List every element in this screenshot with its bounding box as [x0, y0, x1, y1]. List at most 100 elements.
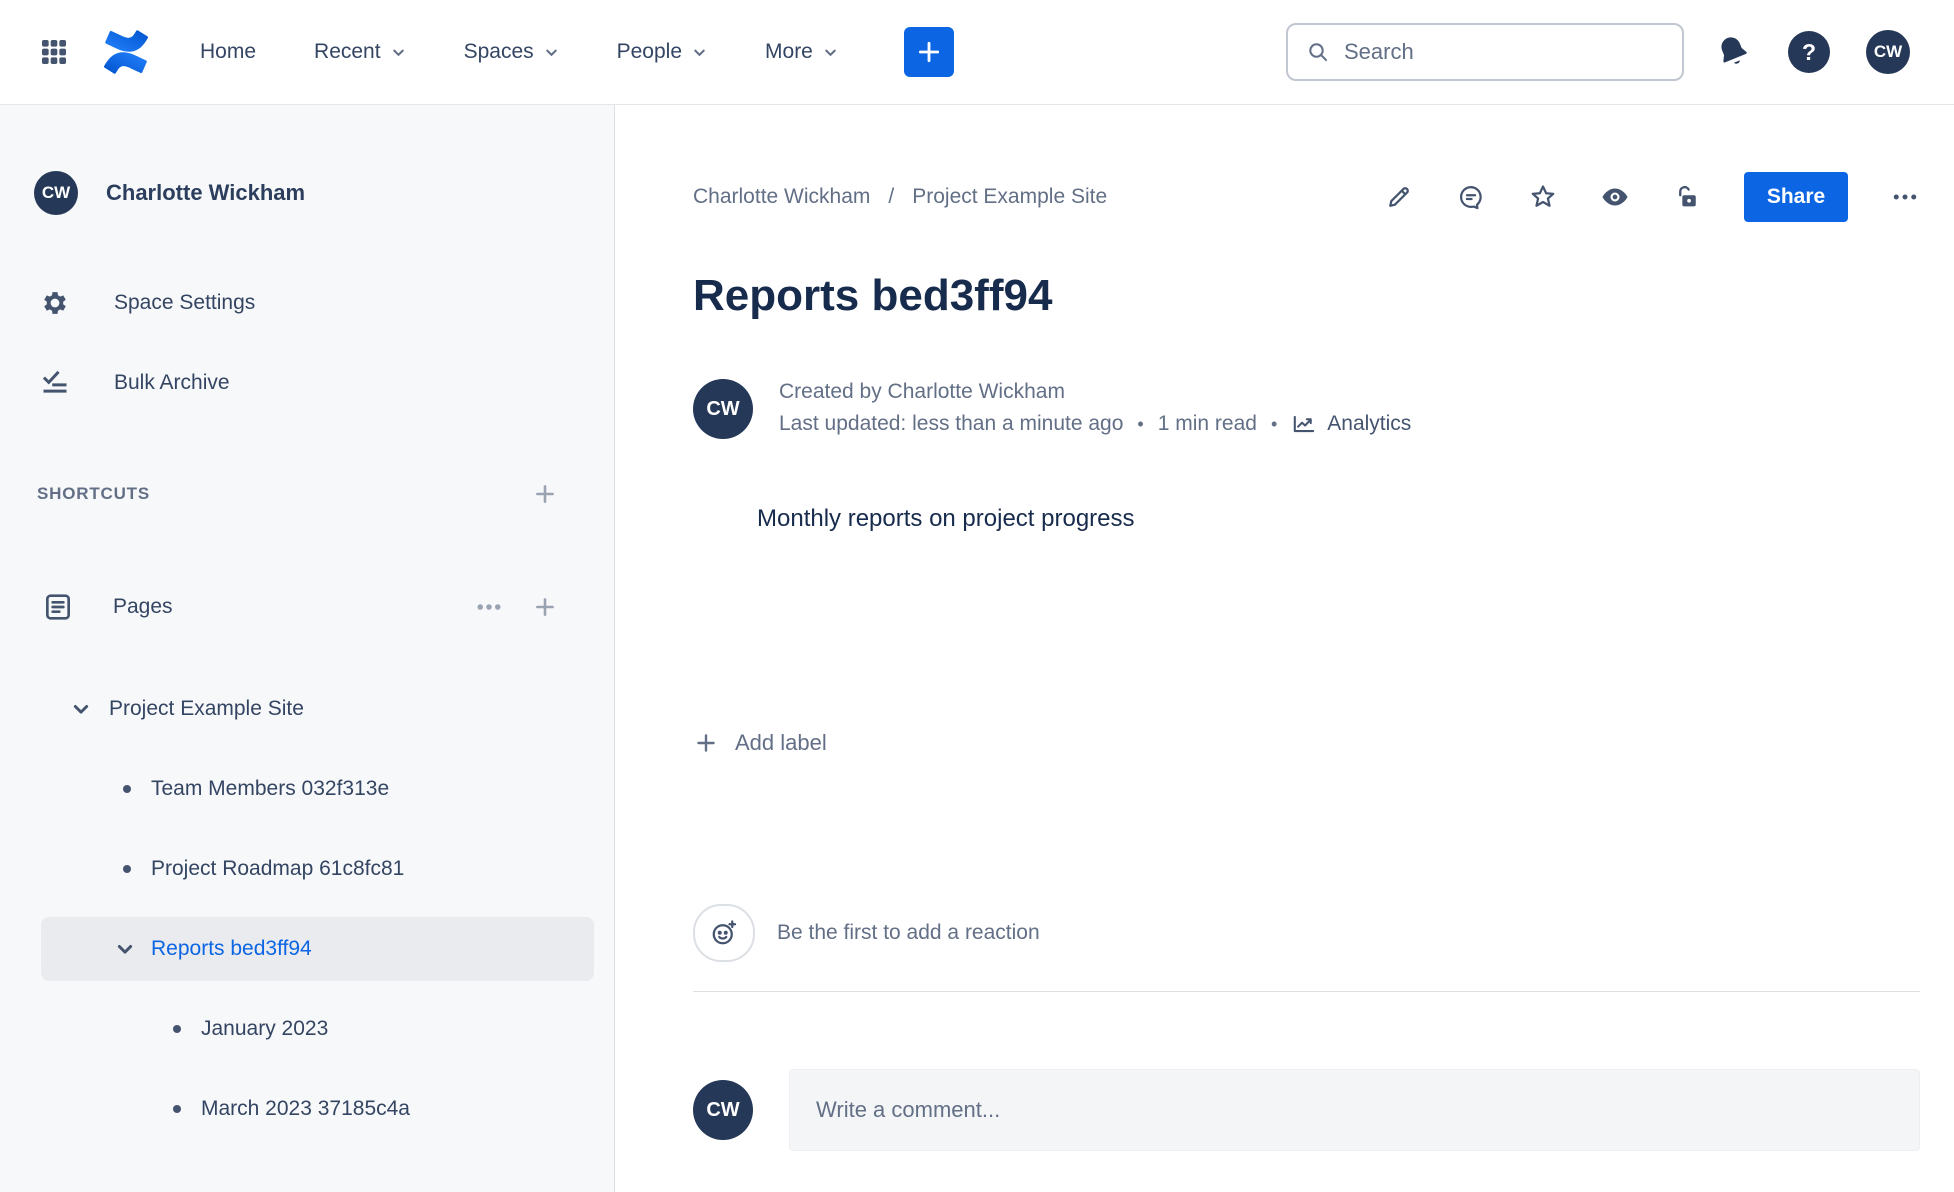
pages-section-header[interactable]: Pages: [0, 583, 614, 631]
byline-lines: Created by Charlotte Wickham Last update…: [779, 379, 1411, 437]
ellipsis-icon: [1893, 194, 1917, 200]
commenter-avatar: CW: [693, 1080, 753, 1140]
nav-recent[interactable]: Recent: [314, 40, 406, 64]
search-box[interactable]: [1286, 23, 1684, 81]
space-profile[interactable]: CW Charlotte Wickham: [34, 169, 582, 217]
created-by: Created by Charlotte Wickham: [779, 380, 1065, 403]
nav-recent-label: Recent: [314, 40, 381, 63]
breadcrumb: Charlotte Wickham / Project Example Site: [693, 185, 1107, 209]
unlock-icon: [1679, 185, 1696, 207]
tree-item-reports-selected[interactable]: Reports bed3ff94: [41, 917, 594, 981]
bullet-icon: [123, 865, 131, 873]
breadcrumb-space[interactable]: Project Example Site: [912, 185, 1107, 209]
nav-spaces-label: Spaces: [463, 40, 534, 63]
watch-button[interactable]: [1600, 182, 1630, 212]
chevron-down-icon: [73, 705, 89, 714]
byline: CW Created by Charlotte Wickham Last upd…: [693, 379, 1920, 439]
comments-button[interactable]: [1456, 182, 1486, 212]
last-updated: Last updated: less than a minute ago: [779, 412, 1124, 435]
pages-icon: [41, 591, 75, 623]
chevron-down-icon: [392, 49, 404, 56]
sidebar-item-label: Space Settings: [114, 291, 256, 314]
search-input[interactable]: [1344, 39, 1664, 65]
nav-more[interactable]: More: [765, 40, 838, 64]
page-actions: Share: [1384, 172, 1920, 222]
notifications-button[interactable]: [1714, 33, 1752, 71]
app-grid-icon: [38, 36, 70, 68]
add-label-text: Add label: [735, 730, 827, 755]
share-button[interactable]: Share: [1744, 172, 1848, 222]
comment-row: CW: [693, 1069, 1920, 1151]
topnav-right-group: ? CW: [1714, 30, 1910, 74]
tree-item-label: Reports bed3ff94: [151, 937, 312, 960]
question-mark-icon: ?: [1788, 31, 1830, 73]
gear-icon: [38, 288, 72, 318]
reaction-row: Be the first to add a reaction: [693, 904, 1920, 962]
smiley-plus-icon: [712, 920, 737, 945]
breadcrumb-space-owner[interactable]: Charlotte Wickham: [693, 185, 870, 209]
nav-spaces[interactable]: Spaces: [464, 40, 559, 64]
confluence-app: Home Recent Spaces People More Search ? …: [0, 0, 1954, 1192]
user-avatar[interactable]: CW: [1866, 30, 1910, 74]
tree-item-january-2023[interactable]: January 2023: [41, 1005, 594, 1053]
pencil-icon: [1389, 187, 1409, 207]
sidebar-item-space-settings[interactable]: Space Settings: [0, 279, 614, 327]
add-page-button[interactable]: [532, 594, 558, 620]
comment-input[interactable]: [789, 1069, 1920, 1151]
page-tree: Project Example Site Team Members 032f31…: [0, 685, 614, 1133]
reaction-prompt: Be the first to add a reaction: [777, 921, 1040, 944]
plus-icon: [918, 41, 939, 63]
shortcuts-section-header: SHORTCUTS: [0, 481, 614, 507]
comment-icon: [1459, 185, 1482, 210]
meta-separator: •: [1137, 413, 1144, 434]
create-button[interactable]: [903, 27, 954, 77]
read-time: 1 min read: [1157, 412, 1257, 435]
bullet-icon: [123, 785, 131, 793]
help-button[interactable]: ?: [1788, 31, 1830, 73]
tree-item-label: Project Example Site: [109, 697, 304, 720]
pages-more-button[interactable]: [474, 592, 504, 622]
add-shortcut-button[interactable]: [532, 481, 558, 507]
edit-button[interactable]: [1384, 182, 1414, 212]
pages-label: Pages: [113, 595, 173, 618]
search-icon: [1309, 43, 1327, 61]
app-switcher-button[interactable]: [38, 36, 70, 68]
eye-icon: [1602, 188, 1628, 206]
analytics-link[interactable]: Analytics: [1291, 411, 1411, 437]
top-navigation: Home Recent Spaces People More Search ? …: [0, 0, 1954, 105]
meta-separator: •: [1270, 413, 1278, 434]
primary-nav: Home Recent Spaces People More: [200, 40, 838, 64]
content-header: Charlotte Wickham / Project Example Site: [693, 171, 1920, 223]
nav-people[interactable]: People: [617, 40, 707, 64]
plus-icon: [536, 485, 554, 503]
plus-icon: [536, 598, 554, 616]
sidebar-item-bulk-archive[interactable]: Bulk Archive: [0, 359, 614, 407]
author-avatar[interactable]: CW: [693, 379, 753, 439]
nav-people-label: People: [616, 40, 683, 63]
space-sidebar: CW Charlotte Wickham Space Settings Bulk…: [0, 105, 615, 1192]
space-avatar: CW: [34, 171, 78, 215]
confluence-logo[interactable]: [104, 30, 148, 74]
page-content: Charlotte Wickham / Project Example Site: [615, 105, 1954, 1192]
tree-item-team-members[interactable]: Team Members 032f313e: [41, 765, 594, 813]
more-actions-button[interactable]: [1890, 182, 1920, 212]
shortcuts-title: SHORTCUTS: [37, 484, 150, 503]
tree-item-project-roadmap[interactable]: Project Roadmap 61c8fc81: [41, 845, 594, 893]
tree-item-march-2023[interactable]: March 2023 37185c4a: [41, 1085, 594, 1133]
tree-item-label: Team Members 032f313e: [151, 777, 390, 800]
space-name: Charlotte Wickham: [106, 180, 306, 205]
tree-item-project-example-site[interactable]: Project Example Site: [41, 685, 594, 733]
nav-more-label: More: [765, 40, 813, 63]
tree-item-label: Project Roadmap 61c8fc81: [151, 857, 405, 880]
breadcrumb-separator: /: [888, 185, 895, 208]
checklist-icon: [38, 368, 72, 398]
ellipsis-icon: [477, 604, 501, 610]
nav-home[interactable]: Home: [200, 40, 256, 64]
add-reaction-button[interactable]: [693, 904, 755, 962]
page-title: Reports bed3ff94: [693, 271, 1053, 320]
comments-divider: [693, 991, 1920, 992]
add-label-button[interactable]: Add label: [693, 730, 827, 756]
star-button[interactable]: [1528, 182, 1558, 212]
restrictions-button[interactable]: [1672, 182, 1702, 212]
byline-meta: Last updated: less than a minute ago • 1…: [779, 411, 1411, 437]
